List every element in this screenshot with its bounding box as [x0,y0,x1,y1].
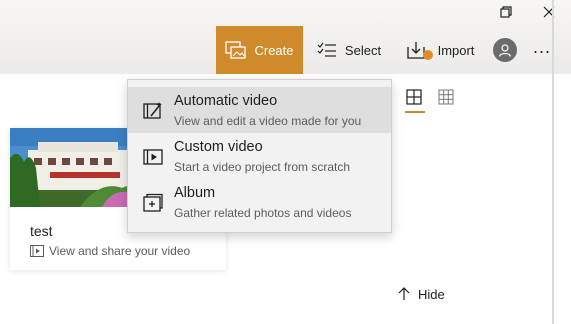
menu-item-custom-video[interactable]: Custom video Start a video project from … [128,133,391,179]
select-button[interactable]: Select [313,26,385,74]
album-icon [143,193,163,212]
window-border [552,0,554,324]
menu-item-description: Start a video project from scratch [174,160,351,174]
account-avatar[interactable] [493,38,517,62]
select-label: Select [344,42,382,58]
hide-label: Hide [418,286,445,302]
menu-item-title: Album [174,185,216,201]
select-list-icon [317,42,336,57]
custom-video-icon [143,149,163,165]
project-subtitle: View and share your video [30,244,190,258]
large-grid-icon [406,89,422,105]
menu-item-description: Gather related photos and videos [174,206,352,220]
menu-item-automatic-video[interactable]: Automatic video View and edit a video ma… [128,87,391,133]
project-title: test [30,223,53,239]
import-label: Import [437,42,475,58]
close-button[interactable] [537,2,561,22]
hide-button[interactable]: Hide [398,284,445,304]
create-button[interactable]: Create [216,26,303,74]
create-icon [225,41,247,59]
arrow-up-icon [398,287,410,300]
auto-video-icon [143,102,162,119]
small-grid-icon [438,89,454,105]
restore-button[interactable] [494,2,518,22]
project-subtitle-text: View and share your video [49,244,191,258]
create-dropdown-menu: Automatic video View and edit a video ma… [127,79,392,233]
menu-item-title: Custom video [174,139,263,155]
small-grid-view-button[interactable] [438,89,456,107]
large-grid-view-button[interactable] [405,89,425,113]
import-button[interactable]: Import [400,26,480,74]
menu-item-title: Automatic video [174,93,278,109]
menu-item-album[interactable]: Album Gather related photos and videos [128,179,391,225]
video-project-icon [30,245,44,257]
person-icon [498,44,512,57]
create-label: Create [254,42,294,58]
restore-icon [500,6,512,18]
notification-badge [422,50,433,60]
menu-item-description: View and edit a video made for you [174,114,362,128]
